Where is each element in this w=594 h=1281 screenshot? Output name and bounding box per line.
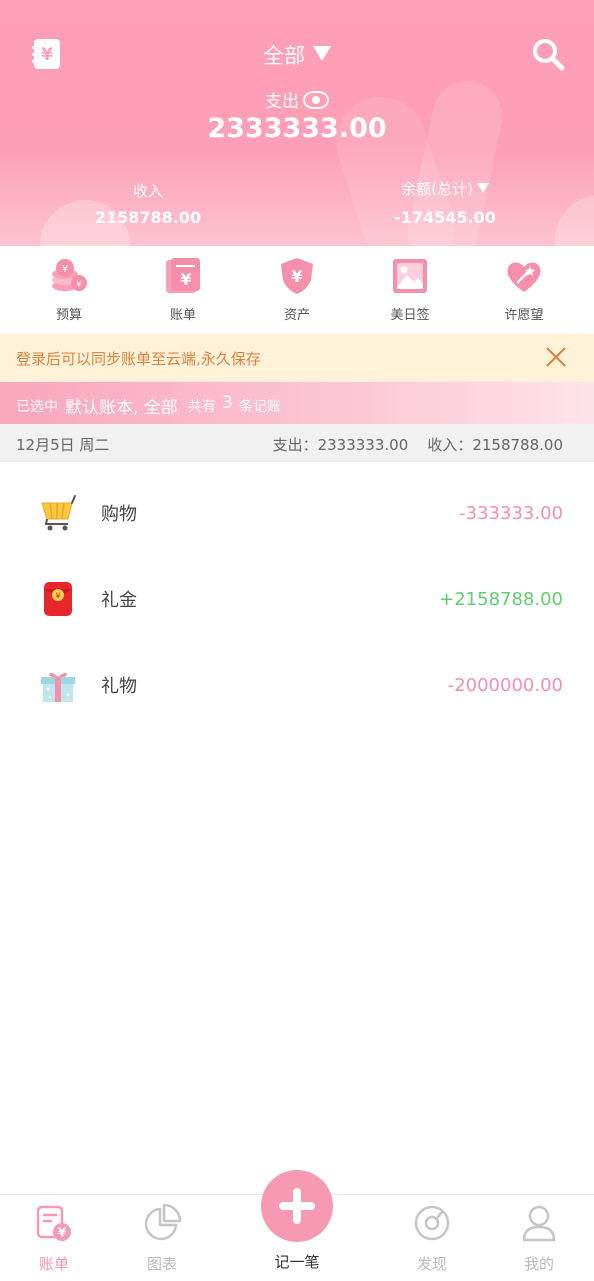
income-total: 2158788.00 — [94, 208, 202, 227]
bill-icon: ¥ — [166, 258, 200, 293]
selection-prefix: 已选中 — [16, 399, 58, 415]
shortcut-label: 账单 — [169, 308, 196, 323]
selection-summary[interactable]: 已选中 默认账本, 全部 共有 3 条记账 — [0, 382, 594, 424]
header-decoration — [555, 195, 594, 246]
search-icon[interactable] — [530, 36, 566, 72]
list-item[interactable]: ¥ 礼金 +2158788.00 — [0, 556, 594, 642]
gift-icon — [41, 672, 75, 702]
image-icon — [393, 259, 427, 293]
count-suffix: 条记账 — [239, 399, 281, 415]
svg-text:¥: ¥ — [180, 270, 191, 289]
shortcut-daily-card[interactable]: 美日签 — [360, 256, 460, 323]
balance-total: -174545.00 — [394, 208, 496, 227]
day-summary: 支出：2333333.00 收入：2158788.00 — [272, 436, 563, 454]
tab-label: 我的 — [523, 1255, 554, 1273]
shortcut-grid: ¥ ¥ 预算 ¥ 账单 ¥ 资产 美日签 许愿望 — [0, 246, 594, 334]
balance-label: 余额(总计) — [401, 180, 473, 198]
svg-text:¥: ¥ — [62, 264, 68, 275]
tab-label: 记一笔 — [274, 1253, 320, 1271]
shortcut-assets[interactable]: ¥ 资产 — [247, 256, 347, 323]
svg-text:¥: ¥ — [58, 1226, 67, 1240]
shortcut-wish[interactable]: 许愿望 — [474, 256, 574, 323]
notice-text: 登录后可以同步账单至云端,永久保存 — [16, 350, 261, 368]
count-prefix: 共有 — [188, 399, 216, 415]
book-selector[interactable]: 全部 — [0, 40, 594, 70]
tab-label: 账单 — [38, 1255, 69, 1273]
record-category: 礼金 — [101, 590, 137, 611]
shortcut-budget[interactable]: ¥ ¥ 预算 — [19, 256, 119, 323]
coins-icon: ¥ ¥ — [52, 259, 87, 291]
login-sync-notice[interactable]: 登录后可以同步账单至云端,永久保存 — [0, 334, 594, 382]
eye-icon[interactable] — [303, 91, 329, 109]
selected-books: 默认账本, 全部 — [65, 398, 178, 418]
book-selector-label: 全部 — [263, 44, 305, 68]
shortcut-label: 预算 — [55, 308, 82, 323]
svg-text:¥: ¥ — [55, 592, 60, 601]
shortcut-bill[interactable]: ¥ 账单 — [133, 256, 233, 323]
tab-profile[interactable]: 我的 — [494, 1203, 584, 1274]
record-amount: +2158788.00 — [439, 589, 563, 610]
tab-discover[interactable]: 发现 — [387, 1203, 477, 1274]
record-category: 购物 — [101, 504, 137, 525]
bill-tab-icon: ¥ — [36, 1205, 71, 1241]
record-amount: -2000000.00 — [447, 675, 563, 696]
list-item[interactable]: 购物 -333333.00 — [0, 470, 594, 556]
tab-label: 发现 — [416, 1255, 447, 1273]
tab-label: 图表 — [146, 1255, 177, 1273]
day-date: 12月5日 周二 — [16, 436, 110, 454]
caret-down-icon — [476, 183, 489, 193]
expense-total: 2333333.00 — [207, 113, 387, 144]
caret-down-icon — [313, 46, 331, 61]
shield-yen-icon: ¥ — [281, 258, 313, 294]
list-item[interactable]: 礼物 -2000000.00 — [0, 642, 594, 728]
shortcut-label: 美日签 — [390, 308, 430, 323]
compass-icon — [414, 1205, 450, 1241]
day-header: 12月5日 周二 支出：2333333.00 收入：2158788.00 — [0, 424, 594, 462]
svg-text:¥: ¥ — [291, 267, 302, 286]
shortcut-label: 许愿望 — [504, 308, 544, 323]
expense-toggle[interactable]: 支出 — [0, 87, 594, 112]
record-count: 3 — [222, 393, 233, 413]
record-category: 礼物 — [101, 676, 137, 697]
shopping-cart-icon — [41, 495, 76, 531]
close-icon[interactable] — [545, 346, 567, 368]
summary-header: ¥ 全部 支出 2333333.00 收入 2158788.00 余额(总计) … — [0, 0, 594, 246]
shortcut-label: 资产 — [283, 308, 310, 323]
record-amount: -333333.00 — [459, 503, 563, 524]
profile-icon — [522, 1205, 556, 1242]
balance-toggle[interactable]: 余额(总计) — [385, 178, 505, 199]
income-label: 收入 — [132, 182, 163, 200]
red-envelope-icon: ¥ — [44, 582, 72, 616]
tab-bills[interactable]: ¥ 账单 — [9, 1203, 99, 1274]
plus-icon — [279, 1188, 315, 1224]
pie-chart-icon — [144, 1203, 182, 1241]
add-record-button[interactable] — [261, 1170, 333, 1242]
svg-text:¥: ¥ — [76, 280, 82, 290]
expense-label: 支出 — [265, 92, 299, 112]
tab-charts[interactable]: 图表 — [117, 1203, 207, 1274]
heart-wand-icon — [507, 262, 541, 292]
